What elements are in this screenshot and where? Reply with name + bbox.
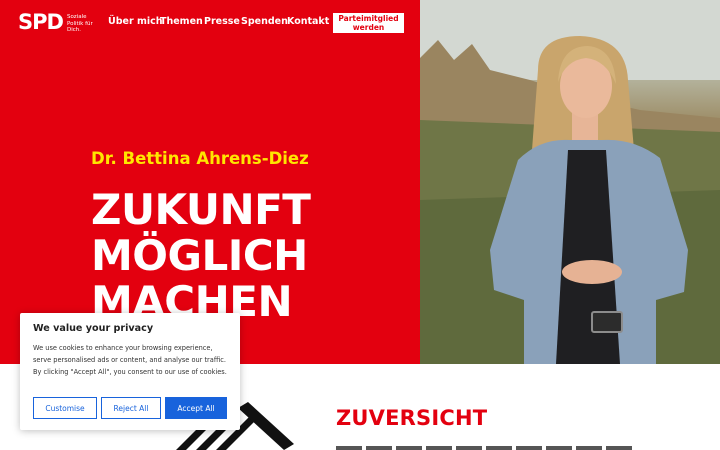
section-text-cutoff	[336, 446, 636, 450]
logo-wordmark: SPD	[18, 10, 64, 34]
nav-link-ueber-mich[interactable]: Über mich	[108, 16, 163, 27]
candidate-portrait-photo	[420, 0, 720, 364]
reject-all-button[interactable]: Reject All	[101, 397, 161, 419]
cookie-description: We use cookies to enhance your browsing …	[33, 344, 227, 376]
section-title: ZUVERSICHT	[336, 406, 488, 430]
cookie-consent-banner: We value your privacy We use cookies to …	[20, 313, 240, 430]
spd-logo[interactable]: SPD Soziale Politik für Dich.	[18, 10, 101, 34]
headline-line-2: MÖGLICH	[91, 231, 308, 280]
nav-link-spenden[interactable]: Spenden	[241, 16, 288, 27]
main-navigation: SPD Soziale Politik für Dich. Über mich …	[0, 0, 720, 44]
cookie-button-group: Customise Reject All Accept All	[33, 397, 227, 419]
join-party-button[interactable]: Parteimitglied werden	[333, 13, 404, 33]
hero-red-panel: Dr. Bettina Ahrens-Diez ZUKUNFT MÖGLICH …	[0, 0, 420, 364]
nav-link-kontakt[interactable]: Kontakt	[287, 16, 329, 27]
hero-headline: ZUKUNFT MÖGLICH MACHEN	[91, 185, 311, 325]
cookie-title: We value your privacy	[33, 323, 154, 334]
logo-tagline: Soziale Politik für Dich.	[66, 14, 93, 33]
customise-button[interactable]: Customise	[33, 397, 97, 419]
candidate-name: Dr. Bettina Ahrens-Diez	[91, 149, 309, 168]
headline-line-1: ZUKUNFT	[91, 185, 311, 234]
nav-link-presse[interactable]: Presse	[204, 16, 240, 27]
nav-link-themen[interactable]: Themen	[160, 16, 203, 27]
accept-all-button[interactable]: Accept All	[165, 397, 227, 419]
